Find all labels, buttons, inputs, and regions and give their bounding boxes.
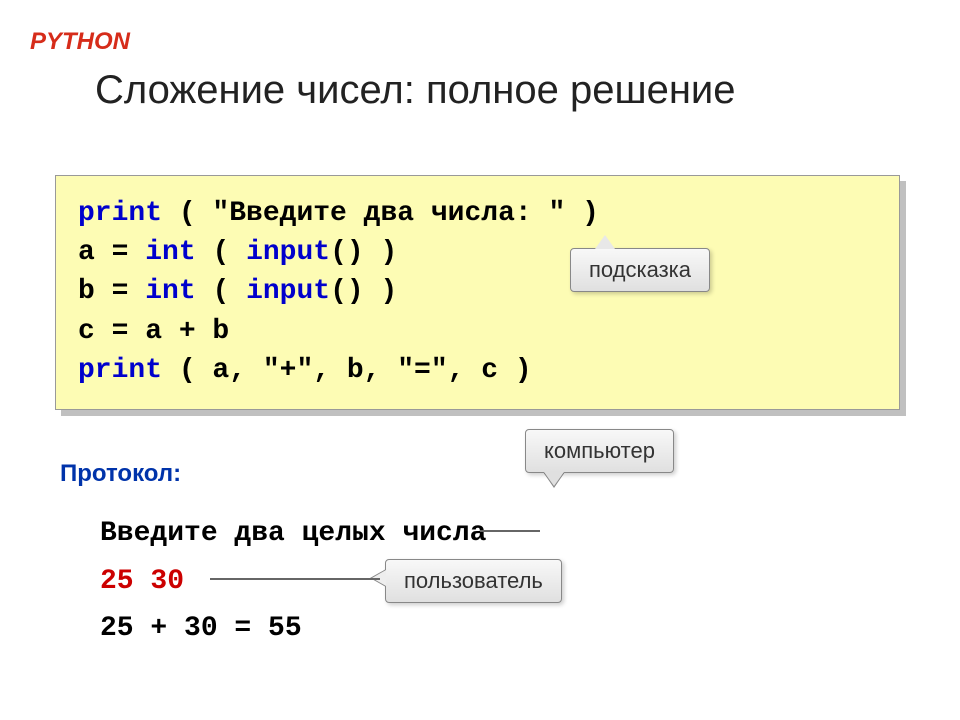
callout-computer: компьютер [525, 429, 674, 473]
keyword-int: int [145, 276, 195, 307]
eq: = [95, 276, 145, 307]
protocol-result: 25 + 30 = 55 [100, 605, 486, 653]
code-line-1: print ( "Введите два числа: " ) [78, 194, 877, 233]
page-title: Сложение чисел: полное решение [95, 68, 736, 113]
python-label: PYTHON [30, 28, 130, 56]
code-line-5: print ( a, "+", b, "=", c ) [78, 351, 877, 390]
keyword-input: input [246, 237, 330, 268]
eq: = [95, 237, 145, 268]
code-line-2: a = int ( input() ) [78, 233, 877, 272]
code-line-3: b = int ( input() ) [78, 272, 877, 311]
keyword-print: print [78, 355, 162, 386]
code-line-4: c = a + b [78, 312, 877, 351]
rest: () ) [330, 276, 397, 307]
protocol-label: Протокол: [60, 460, 181, 488]
keyword-int: int [145, 237, 195, 268]
paren: ( [196, 237, 246, 268]
connector-line [480, 530, 540, 532]
rest: () ) [330, 237, 397, 268]
code-text: ( "Введите два числа: " ) [162, 198, 599, 229]
keyword-input: input [246, 276, 330, 307]
protocol-prompt: Введите два целых числа [100, 510, 486, 558]
callout-hint: подсказка [570, 248, 710, 292]
paren: ( [196, 276, 246, 307]
code-text: ( a, "+", b, "=", c ) [162, 355, 532, 386]
var-b: b [78, 276, 95, 307]
code-block: print ( "Введите два числа: " ) a = int … [55, 175, 900, 410]
protocol-input: 25 30 [100, 558, 486, 606]
var-a: a [78, 237, 95, 268]
keyword-print: print [78, 198, 162, 229]
connector-line [210, 578, 380, 580]
protocol-output: Введите два целых числа 25 30 25 + 30 = … [100, 510, 486, 653]
